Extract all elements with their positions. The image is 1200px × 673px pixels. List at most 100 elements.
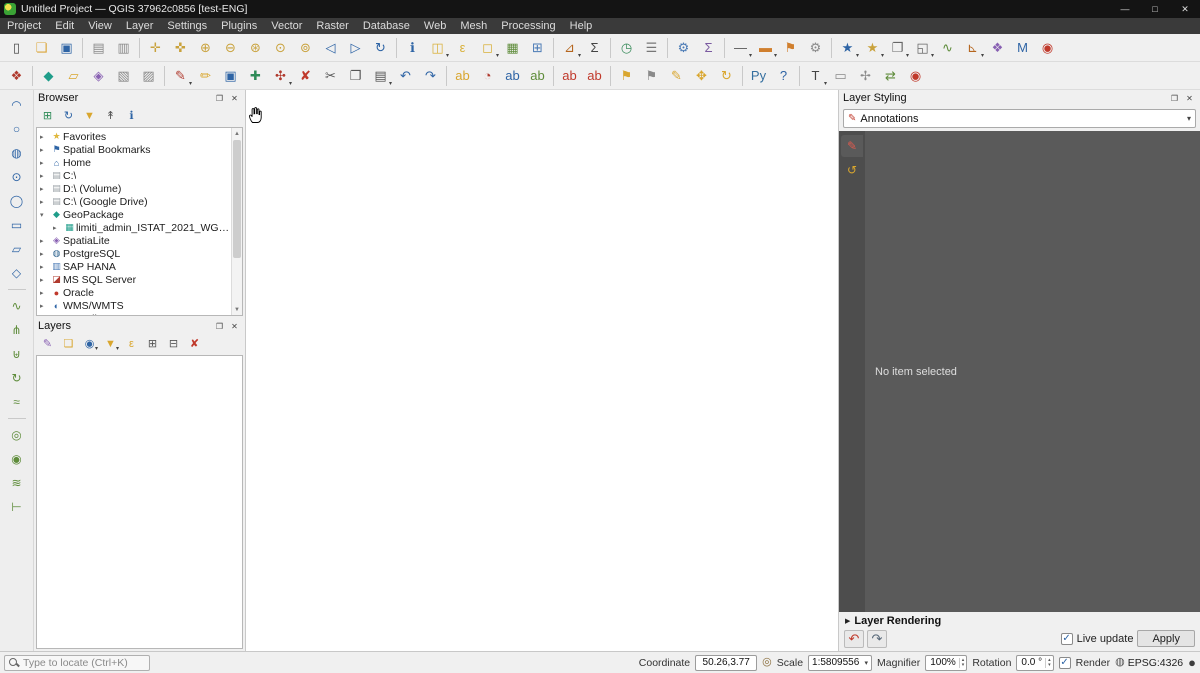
new-print-layout-button[interactable]: ▤ <box>86 36 111 60</box>
expand-arrow-icon[interactable]: ▸ <box>40 198 50 206</box>
map-canvas[interactable] <box>246 90 838 651</box>
statistics-panel-button[interactable]: Σ <box>696 36 721 60</box>
open-layer-styling-button[interactable]: ✎ <box>38 335 57 353</box>
menu-processing[interactable]: Processing <box>494 18 562 34</box>
browser-item-oracle[interactable]: ▸ ● Oracle <box>37 286 231 299</box>
change-label-button[interactable]: ab <box>525 64 550 88</box>
expand-arrow-icon[interactable]: ▸ <box>40 237 50 245</box>
save-layer-edits-button[interactable]: ▣ <box>218 64 243 88</box>
extents-toggle-icon[interactable]: ◎ <box>762 657 772 668</box>
expand-arrow-icon[interactable]: ▸ <box>40 185 50 193</box>
line-style-selector[interactable]: —▾ <box>728 36 753 60</box>
georeferencer-button[interactable]: ⇄ <box>878 64 903 88</box>
filter-legend-button[interactable]: ▼▾ <box>101 335 120 353</box>
new-project-button[interactable]: ▯ <box>4 36 29 60</box>
menu-mesh[interactable]: Mesh <box>453 18 494 34</box>
menu-view[interactable]: View <box>81 18 119 34</box>
toggle-editing-button[interactable]: ✏ <box>193 64 218 88</box>
browser-item-postgresql[interactable]: ▸ ◍ PostgreSQL <box>37 247 231 260</box>
options-button[interactable]: ⚙ <box>803 36 828 60</box>
zoom-last-button[interactable]: ◁ <box>318 36 343 60</box>
new-map-view-button[interactable]: ❐▾ <box>885 36 910 60</box>
expand-arrow-icon[interactable]: ▸ <box>40 146 50 154</box>
spinner-arrows[interactable]: ▴▾ <box>959 658 967 668</box>
new-temporary-scratch-layer-button[interactable]: ▨ <box>136 64 161 88</box>
map-refresh-button[interactable]: ↻ <box>368 36 393 60</box>
zoom-full-button[interactable]: ⊛ <box>243 36 268 60</box>
crs-status-button[interactable]: ◍ EPSG:4326 <box>1115 657 1183 669</box>
simplify-feature-button[interactable]: ≈ <box>6 391 28 413</box>
float-panel-icon[interactable]: ❐ <box>213 320 226 332</box>
layer-diagram-options-button[interactable]: ◔ <box>475 64 500 88</box>
add-group-button[interactable]: ❏ <box>59 335 78 353</box>
live-update-checkbox[interactable]: ✓ <box>1061 633 1073 645</box>
float-panel-icon[interactable]: ❐ <box>1168 92 1181 104</box>
offset-curve-button[interactable]: ≋ <box>6 472 28 494</box>
log-messages-button[interactable]: ☰ <box>639 36 664 60</box>
color-selector[interactable]: ▬▾ <box>753 36 778 60</box>
collapse-all-button[interactable]: ↟ <box>101 107 120 125</box>
temporal-controller-button[interactable]: ◷ <box>614 36 639 60</box>
pin-labels-button[interactable]: ⚑ <box>614 64 639 88</box>
filter-by-expression-button[interactable]: ε <box>122 335 141 353</box>
move-annotation-button[interactable]: ✢ <box>853 64 878 88</box>
rectangle-3-points-button[interactable]: ▱ <box>6 238 28 260</box>
merge-features-button[interactable]: ⊎ <box>6 343 28 365</box>
manage-map-themes-button[interactable]: ◉▾ <box>80 335 99 353</box>
menu-edit[interactable]: Edit <box>48 18 81 34</box>
style-manager-button[interactable]: ❖ <box>985 36 1010 60</box>
regular-polygon-button[interactable]: ◇ <box>6 262 28 284</box>
new-spatial-bookmark-button[interactable]: ★▾ <box>835 36 860 60</box>
minimize-button[interactable]: — <box>1110 0 1140 18</box>
new-3d-map-view-button[interactable]: ◱▾ <box>910 36 935 60</box>
layer-rendering-header[interactable]: ▶ Layer Rendering <box>839 612 1200 629</box>
vertex-tool-button[interactable]: ✣▾ <box>268 64 293 88</box>
select-features-button[interactable]: ◫▾ <box>425 36 450 60</box>
statistical-summary-button[interactable]: Σ <box>582 36 607 60</box>
form-annotation-button[interactable]: ▭ <box>828 64 853 88</box>
menu-help[interactable]: Help <box>563 18 600 34</box>
browser-item-drive-c[interactable]: ▸ ▤ C:\ <box>37 169 231 182</box>
show-spatial-bookmarks-button[interactable]: ★▾ <box>860 36 885 60</box>
browser-scrollbar[interactable]: ▲ ▼ <box>231 128 242 315</box>
metasearch-button[interactable]: M <box>1010 36 1035 60</box>
layer-selector-combo[interactable]: ✎ Annotations ▾ <box>843 109 1196 128</box>
select-by-expression-button[interactable]: ε <box>450 36 475 60</box>
zoom-out-button[interactable]: ⊖ <box>218 36 243 60</box>
menu-settings[interactable]: Settings <box>160 18 214 34</box>
browser-item-spatialite[interactable]: ▸ ◈ SpatiaLite <box>37 234 231 247</box>
new-shapefile-layer-button[interactable]: ▱ <box>61 64 86 88</box>
coordinate-input[interactable]: 50.26,3.77 <box>695 655 757 671</box>
browser-item-favorites[interactable]: ▸ ★ Favorites <box>37 130 231 143</box>
layer-labeling-options-button[interactable]: ab <box>450 64 475 88</box>
python-console-button[interactable]: Py <box>746 64 771 88</box>
pan-map-button[interactable]: ✛ <box>143 36 168 60</box>
zoom-to-selection-button[interactable]: ⊙ <box>268 36 293 60</box>
move-label-diagram-button[interactable]: ✥ <box>689 64 714 88</box>
history-tab[interactable]: ↺ <box>841 159 863 181</box>
expand-arrow-icon[interactable]: ▸ <box>40 159 50 167</box>
open-project-button[interactable]: ❏ <box>29 36 54 60</box>
text-annotation-button[interactable]: T▾ <box>803 64 828 88</box>
spinner-arrows[interactable]: ▴▾ <box>1045 658 1053 668</box>
add-ring-button[interactable]: ◎ <box>6 424 28 446</box>
zoom-to-layer-button[interactable]: ⊚ <box>293 36 318 60</box>
expand-arrow-icon[interactable]: ▸ <box>40 250 50 258</box>
remove-layer-button[interactable]: ✘ <box>185 335 204 353</box>
symbology-tab[interactable]: ✎ <box>841 135 863 157</box>
menu-raster[interactable]: Raster <box>309 18 355 34</box>
split-features-button[interactable]: ⋔ <box>6 319 28 341</box>
close-panel-icon[interactable]: ✕ <box>228 320 241 332</box>
menu-database[interactable]: Database <box>356 18 417 34</box>
menu-project[interactable]: Project <box>0 18 48 34</box>
measure-angle-button[interactable]: ⊾▾ <box>960 36 985 60</box>
move-label-button[interactable]: ab <box>500 64 525 88</box>
expand-all-layers-button[interactable]: ⊞ <box>143 335 162 353</box>
magnifier-spinner[interactable]: 100% ▴▾ <box>925 655 967 671</box>
browser-item-drive-d[interactable]: ▸ ▤ D:\ (Volume) <box>37 182 231 195</box>
zoom-next-button[interactable]: ▷ <box>343 36 368 60</box>
close-panel-icon[interactable]: ✕ <box>1183 92 1196 104</box>
new-spatialite-layer-button[interactable]: ◈ <box>86 64 111 88</box>
expand-arrow-icon[interactable]: ▸ <box>40 315 50 316</box>
trim-extend-button[interactable]: ⊢ <box>6 496 28 518</box>
